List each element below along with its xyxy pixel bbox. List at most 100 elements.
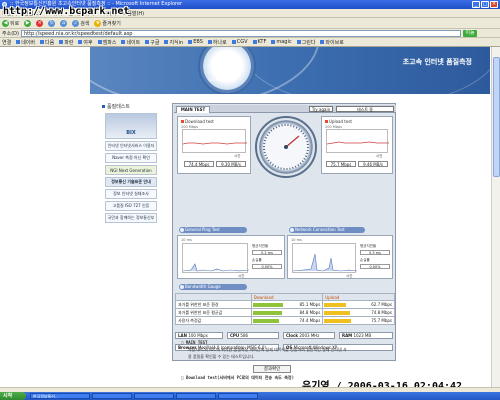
link-item[interactable]: 네이버 xyxy=(16,39,35,46)
download-speed: 74.4 Mbps xyxy=(184,161,214,167)
sidebar-item-standard[interactable]: 정보 인터넷 실태조사 xyxy=(105,189,157,199)
link-icon xyxy=(78,40,83,44)
download-plot xyxy=(182,129,247,153)
close-button[interactable]: × xyxy=(490,1,498,8)
result-check-button[interactable]: 결과확인 xyxy=(253,365,291,373)
upload-line-chart xyxy=(326,141,389,145)
bandwidth-table: Download Upload 과거를 위한한 표준 환경 85.1 Mbps … xyxy=(175,293,395,325)
window-controls: _ □ × xyxy=(472,1,498,8)
download-bar-cell: 74.4 Mbps xyxy=(250,316,324,325)
table-header-cell xyxy=(175,293,252,301)
link-item[interactable]: 엠파스 xyxy=(97,39,116,46)
start-button[interactable]: 시작 xyxy=(0,392,26,400)
network-test-bar: Network Connection Test xyxy=(289,227,365,233)
refresh-button[interactable]: ↻ xyxy=(48,19,56,27)
gauge-face xyxy=(263,124,309,170)
link-item[interactable]: KTF xyxy=(252,39,266,45)
link-item[interactable]: 파란 xyxy=(59,39,73,46)
network-loss: 0.00% xyxy=(360,264,390,269)
download-bar-cell: 84.8 Mbps xyxy=(250,308,324,317)
tab-main-test[interactable]: MAIN TEST xyxy=(176,106,210,113)
maximize-button[interactable]: □ xyxy=(481,1,489,8)
taskbar-item[interactable] xyxy=(92,393,132,399)
scrollbar-thumb[interactable] xyxy=(493,57,500,177)
link-item[interactable]: 다음 xyxy=(40,39,54,46)
upload-title: Upload test xyxy=(325,119,352,124)
speed-gauge xyxy=(255,116,317,178)
lan-info: LAN 100 Mbps xyxy=(175,332,223,339)
download-value: 85.1 Mbps xyxy=(299,302,321,307)
sidebar-item-check[interactable]: NGI Next Generation xyxy=(105,165,157,175)
sidebar-item-ngi[interactable]: 정보통신 기술표준 안내 xyxy=(105,177,157,187)
star-icon: ★ xyxy=(94,19,102,27)
search-button[interactable]: ⌕ 검색 xyxy=(72,19,89,27)
ping-avg: 5.2 ms xyxy=(252,250,282,255)
ping-avg-label: 평균지연율 xyxy=(252,244,269,248)
link-icon xyxy=(164,40,169,44)
network-plot xyxy=(292,243,358,273)
ping-loss-label: 손실률 xyxy=(252,258,262,262)
back-arrow-icon: ◀ xyxy=(2,19,9,27)
home-button[interactable]: ⌂ xyxy=(60,19,68,27)
table-row: 과거를 위한한 표준 환경 85.1 Mbps 62.7 Mbps xyxy=(175,300,395,309)
sidebar-item-service[interactable]: 인터넷 인터넷서비스 이용자 xyxy=(105,141,157,151)
back-label: 뒤로 xyxy=(10,20,20,27)
favorites-button[interactable]: ★ 즐겨찾기 xyxy=(94,19,121,27)
sidebar-item-naver[interactable]: Naver 측정 아닌 확인 xyxy=(105,153,157,163)
bandwidth-gauge-bar: Bandwidth Gauge xyxy=(179,284,247,290)
forward-button[interactable]: ▶ xyxy=(24,19,32,27)
testing-status: 테스트 중 xyxy=(336,106,394,112)
link-item[interactable]: 하나로 xyxy=(207,39,227,46)
download-title: Download test xyxy=(181,119,214,124)
sidebar-item-survey[interactable]: 고품질 ISO 727 인증 xyxy=(105,201,157,211)
address-bar: 주소(D) http://speed.nia.or.kr/speedtest/d… xyxy=(0,29,500,38)
link-icon xyxy=(121,40,126,44)
network-avg-label: 평균지연율 xyxy=(360,244,377,248)
back-button[interactable]: ◀ 뒤로 xyxy=(2,19,20,27)
network-scale: 10 ms xyxy=(291,238,302,242)
link-icon xyxy=(231,40,236,44)
link-item[interactable]: 야후 xyxy=(78,39,93,46)
ping-time-label: 시간 xyxy=(238,274,245,278)
home-icon: ⌂ xyxy=(60,19,68,27)
vertical-scrollbar[interactable] xyxy=(491,47,500,387)
link-item[interactable]: 와이브로 xyxy=(320,39,344,46)
upload-speed: 75.7 Mbps xyxy=(326,161,356,167)
taskbar-item[interactable] xyxy=(218,393,258,399)
link-item[interactable]: 구글 xyxy=(145,39,159,46)
network-graph-box: 10 ms 시간 평균지연율 5.3 ms 손실률 0.00% xyxy=(287,235,393,279)
taskbar-item[interactable] xyxy=(134,393,174,399)
stop-button[interactable]: × xyxy=(36,19,44,27)
table-row: 과거를 위한한 표준 평균값 84.8 Mbps 74.8 Mbps xyxy=(175,308,395,317)
download-bar-cell: 85.1 Mbps xyxy=(250,300,324,309)
link-icon xyxy=(59,40,64,44)
go-button[interactable]: 이동 xyxy=(462,29,477,37)
link-item[interactable]: EBS xyxy=(188,39,203,45)
link-icon xyxy=(40,40,45,44)
table-header-upload: Upload xyxy=(322,293,395,301)
banner-title: 초고속 인터넷 품질측정 xyxy=(402,58,472,66)
download-time-label: 시간 xyxy=(234,154,241,158)
speed-test-panel: MAIN TEST Try again 테스트 중 Download test … xyxy=(172,103,396,361)
try-again-button[interactable]: Try again xyxy=(309,106,333,112)
address-input[interactable]: http://speed.nia.or.kr/speedtest/default… xyxy=(20,29,461,37)
taskbar-item[interactable] xyxy=(176,393,216,399)
bullet-icon xyxy=(325,120,328,123)
table-row: 사용자 측정값 74.4 Mbps 75.7 Mbps xyxy=(175,316,395,325)
download-value: 74.4 Mbps xyxy=(299,318,321,323)
main-test-text: 사용자PC와 IDC에 위치한 품질측정 서버간에 실제 데이터를 전송하여 일… xyxy=(188,347,347,352)
upload-plot xyxy=(326,129,389,153)
links-bar: 연결 네이버 다음 파란 야후 엠파스 네이트 구글 지식in EBS 하나로 … xyxy=(0,38,500,47)
sidebar-item-bix[interactable]: BIX xyxy=(105,113,157,139)
link-item[interactable]: magic xyxy=(271,39,292,45)
link-item[interactable]: CGV xyxy=(231,39,248,45)
taskbar-item[interactable]: 한국정보통신.. xyxy=(30,393,90,399)
minimize-button[interactable]: _ xyxy=(472,1,480,8)
link-item[interactable]: 그린다 xyxy=(296,39,315,46)
link-item[interactable]: 네이트 xyxy=(121,39,140,46)
table-header-row: Download Upload xyxy=(175,293,395,301)
bullet-icon xyxy=(290,228,294,232)
link-icon xyxy=(320,40,325,44)
link-item[interactable]: 지식in xyxy=(164,39,183,46)
sidebar-item-iso[interactable]: 국민과 함께하는 정보통신부 xyxy=(105,213,157,223)
